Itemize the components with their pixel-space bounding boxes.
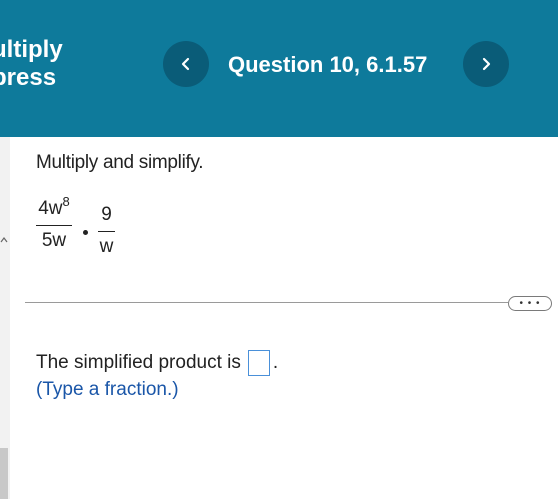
fraction-1: 4w8 5w <box>36 195 72 252</box>
chevron-right-icon <box>482 57 491 71</box>
next-question-button[interactable] <box>463 41 509 87</box>
fraction-1-denominator: 5w <box>41 230 67 251</box>
scrollbar-thumb[interactable] <box>0 448 8 499</box>
app-title: ultiply press <box>0 36 63 92</box>
fraction-1-numerator-exponent: 8 <box>62 194 70 209</box>
fraction-2-bar <box>98 231 115 232</box>
answer-prompt: The simplified product is <box>36 352 241 373</box>
fraction-2-denominator: w <box>99 236 114 257</box>
answer-input-box[interactable] <box>247 350 270 376</box>
question-title: Question 10, 6.1.57 <box>228 52 428 77</box>
answer-suffix: . <box>272 352 279 373</box>
fraction-2: 9 w <box>98 204 115 258</box>
left-scrollbar[interactable] <box>0 137 10 499</box>
answer-line: The simplified product is . <box>36 350 278 376</box>
fraction-1-numerator: 4w8 <box>36 195 72 220</box>
header-bar: ultiply press Question 10, 6.1.57 <box>0 0 558 137</box>
section-divider <box>25 302 508 303</box>
multiplication-dot <box>83 230 88 235</box>
scroll-up-arrow-icon[interactable] <box>0 236 8 244</box>
app-title-line-2: press <box>0 64 57 91</box>
app-title-line-1: ultiply <box>0 36 63 63</box>
more-options-button[interactable]: • • • <box>508 296 552 311</box>
fraction-2-numerator: 9 <box>101 204 112 225</box>
previous-question-button[interactable] <box>163 41 209 87</box>
problem-instruction: Multiply and simplify. <box>36 152 204 173</box>
chevron-left-icon <box>181 57 190 71</box>
answer-hint: (Type a fraction.) <box>36 379 179 400</box>
fraction-1-bar <box>36 225 72 226</box>
fraction-1-numerator-base: 4w <box>38 198 63 219</box>
